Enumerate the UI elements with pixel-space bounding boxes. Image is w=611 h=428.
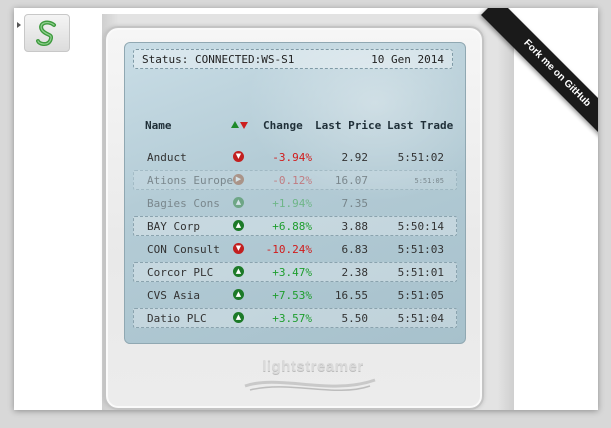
trend-glyph: ▼: [235, 244, 242, 252]
column-header-name[interactable]: Name: [145, 119, 172, 132]
stock-change: +6.88%: [272, 220, 312, 233]
stock-change: -0.12%: [272, 174, 312, 187]
stock-last-price: 2.92: [341, 151, 369, 164]
trend-glyph: ▲: [235, 313, 242, 321]
status-date: 10 Gen 2014: [371, 52, 444, 66]
arrow-right-circle-icon: ▶: [233, 174, 244, 185]
stock-last-trade: 5:51:05: [397, 289, 444, 302]
arrow-up-circle-icon: ▲: [233, 197, 244, 208]
stock-name: CON Consult: [147, 243, 220, 256]
stock-name: Ations Europe: [147, 174, 234, 187]
s-logo-icon: [36, 20, 56, 46]
trend-glyph: ▲: [235, 267, 242, 275]
app-logo[interactable]: [24, 14, 70, 52]
connection-status: Status: CONNECTED:WS-S1: [142, 52, 295, 66]
arrow-up-circle-icon: ▲: [233, 312, 244, 323]
stock-last-trade: 5:51:03: [397, 243, 444, 256]
stock-change: +3.47%: [272, 266, 312, 279]
stock-last-price: 16.07: [334, 174, 368, 187]
stock-name: Datio PLC: [147, 312, 207, 325]
arrow-up-circle-icon: ▲: [233, 289, 244, 300]
stock-change: +1.94%: [272, 197, 312, 210]
table-row[interactable]: Datio PLC ▲ +3.57% 5.50 5:51:04: [133, 308, 457, 328]
trend-glyph: ▲: [235, 221, 242, 229]
trend-glyph: ▲: [235, 198, 242, 206]
stock-name: Corcor PLC: [147, 266, 214, 279]
stock-last-trade: 5:51:01: [397, 266, 444, 279]
stock-name: CVS Asia: [147, 289, 200, 302]
table-row[interactable]: CVS Asia ▲ +7.53% 16.55 5:51:05: [133, 285, 457, 305]
stock-name: BAY Corp: [147, 220, 200, 233]
table-row[interactable]: Ations Europe ▶ -0.12% 16.07 5:51:05: [133, 170, 457, 190]
arrow-up-circle-icon: ▲: [233, 220, 244, 231]
status-bar: Status: CONNECTED:WS-S1 10 Gen 2014: [133, 49, 453, 69]
column-header-change[interactable]: Change: [263, 119, 303, 132]
table-row[interactable]: Bagies Cons ▲ +1.94% 7.35: [133, 193, 457, 213]
trend-glyph: ▲: [235, 290, 242, 298]
stock-change: -3.94%: [272, 151, 312, 164]
table-header: Name Change Last Price Last Trade: [145, 119, 455, 135]
trend-glyph: ▼: [235, 152, 242, 160]
trend-glyph: ▶: [235, 175, 242, 183]
github-ribbon[interactable]: Fork me on GitHub: [458, 8, 598, 148]
stock-change: -10.24%: [265, 243, 312, 256]
table-row[interactable]: CON Consult ▼ -10.24% 6.83 5:51:03: [133, 239, 457, 259]
table-row[interactable]: BAY Corp ▲ +6.88% 3.88 5:50:14: [133, 216, 457, 236]
stock-list-screen: Status: CONNECTED:WS-S1 10 Gen 2014 Name…: [124, 42, 466, 344]
arrow-down-circle-icon: ▼: [233, 243, 244, 254]
expand-arrow-icon[interactable]: [17, 22, 21, 28]
arrow-up-circle-icon: ▲: [233, 266, 244, 277]
stock-name: Bagies Cons: [147, 197, 220, 210]
stock-last-trade: 5:51:02: [397, 151, 444, 164]
stock-name: Anduct: [147, 151, 187, 164]
stock-last-price: 7.35: [341, 197, 369, 210]
stock-last-trade: 5:50:14: [397, 220, 444, 233]
stock-last-price: 6.83: [341, 243, 369, 256]
column-header-last-trade[interactable]: Last Trade: [387, 119, 453, 132]
arrow-down-circle-icon: ▼: [233, 151, 244, 162]
sort-up-icon: [231, 121, 239, 128]
sort-down-icon: [240, 122, 248, 129]
column-header-last-price[interactable]: Last Price: [315, 119, 381, 132]
sort-arrows-icon[interactable]: [231, 121, 251, 131]
stock-last-price: 2.38: [341, 266, 369, 279]
fork-me-ribbon[interactable]: Fork me on GitHub: [481, 8, 598, 148]
table-row[interactable]: Corcor PLC ▲ +3.47% 2.38 5:51:01: [133, 262, 457, 282]
stock-table: Anduct ▼ -3.94% 2.92 5:51:02 Ations Europe ▶ -0…: [133, 147, 457, 331]
stock-change: +7.53%: [272, 289, 312, 302]
lightstreamer-logo: lightstreamer: [262, 358, 364, 375]
browser-window: Status: CONNECTED:WS-S1 10 Gen 2014 Name…: [14, 8, 598, 410]
stock-last-price: 5.50: [341, 312, 369, 325]
stock-last-price: 16.55: [334, 289, 368, 302]
stock-last-trade: 5:51:05: [414, 177, 444, 185]
stock-last-trade: 5:51:04: [397, 312, 444, 325]
stock-last-price: 3.88: [341, 220, 369, 233]
stock-change: +3.57%: [272, 312, 312, 325]
table-row[interactable]: Anduct ▼ -3.94% 2.92 5:51:02: [133, 147, 457, 167]
